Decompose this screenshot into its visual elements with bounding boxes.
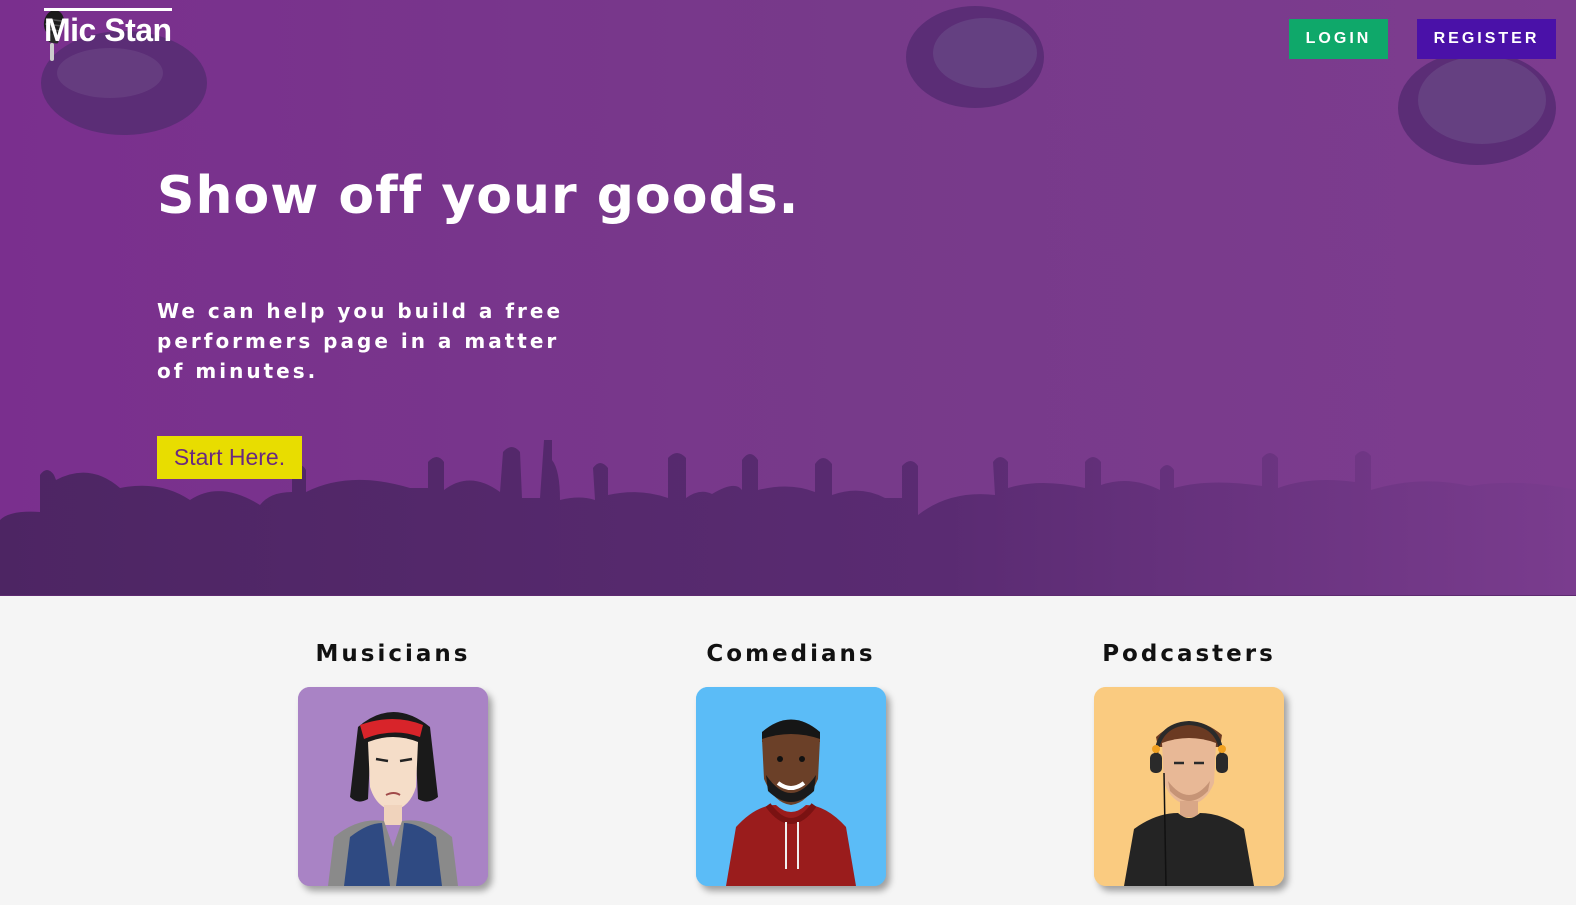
podcaster-avatar-icon xyxy=(1094,687,1284,886)
category-podcasters: Podcasters xyxy=(1079,632,1299,886)
start-here-button[interactable]: Start Here. xyxy=(157,436,302,479)
spotlight-center xyxy=(906,6,1044,108)
category-musicians: Musicians xyxy=(283,632,503,886)
podcaster-card[interactable] xyxy=(1094,687,1284,886)
musician-avatar-icon xyxy=(298,687,488,886)
brand-name[interactable]: Mic Stan xyxy=(44,8,172,47)
hero-divider xyxy=(0,595,1576,596)
musician-card[interactable] xyxy=(298,687,488,886)
spotlight-right xyxy=(1398,51,1556,165)
hero-section: Mic Stan LOGIN REGISTER Show off your go… xyxy=(0,0,1576,596)
hero-subhead: We can help you build a free performers … xyxy=(157,299,564,383)
category-title: Musicians xyxy=(315,641,471,667)
category-title: Podcasters xyxy=(1102,641,1276,667)
category-title: Comedians xyxy=(706,641,876,667)
comedian-card[interactable] xyxy=(696,687,886,886)
login-button[interactable]: LOGIN xyxy=(1289,19,1388,59)
hero-headline: Show off your goods. xyxy=(157,166,800,226)
register-button[interactable]: REGISTER xyxy=(1417,19,1556,59)
comedian-avatar-icon xyxy=(696,687,886,886)
category-comedians: Comedians xyxy=(681,632,901,886)
